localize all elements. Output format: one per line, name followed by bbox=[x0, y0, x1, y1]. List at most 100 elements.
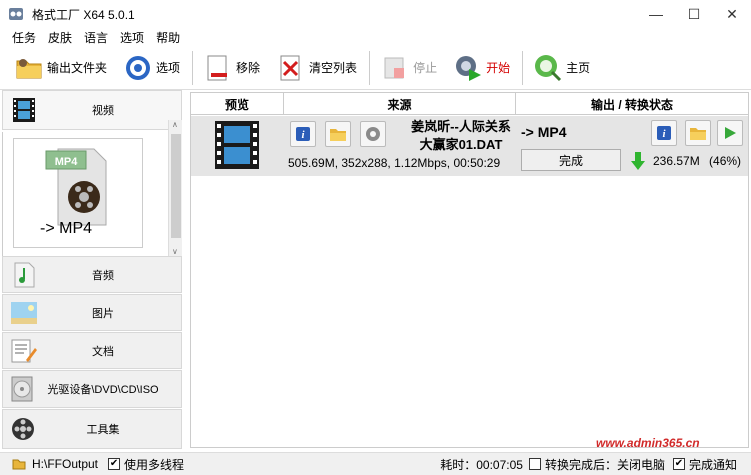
source-file-meta: 505.69M, 352x288, 1.12Mbps, 00:50:29 bbox=[288, 156, 501, 170]
source-settings-button[interactable] bbox=[360, 121, 386, 147]
watermark-text: www.admin365.cn bbox=[596, 436, 700, 450]
start-icon bbox=[456, 55, 482, 81]
output-folder-button[interactable] bbox=[685, 120, 711, 146]
picture-icon bbox=[11, 301, 37, 324]
category-audio-label: 音频 bbox=[92, 269, 114, 282]
document-edit-icon bbox=[11, 339, 37, 362]
output-folder-label: 输出文件夹 bbox=[47, 61, 108, 75]
title-bar: 格式工厂 X64 5.0.1 — ☐ ✕ bbox=[0, 0, 751, 28]
gear-icon bbox=[366, 127, 380, 141]
source-folder-button[interactable] bbox=[325, 121, 351, 147]
menu-skin[interactable]: 皮肤 bbox=[48, 29, 72, 46]
minimize-button[interactable]: — bbox=[637, 0, 675, 28]
format-list-scrollbar[interactable]: ∧ ∨ bbox=[168, 120, 182, 256]
menu-bar: 任务 皮肤 语言 选项 帮助 bbox=[0, 28, 751, 46]
info-icon: i bbox=[657, 126, 671, 140]
folder-icon bbox=[16, 58, 42, 78]
scroll-up-icon[interactable]: ∧ bbox=[172, 120, 178, 129]
home-label: 主页 bbox=[566, 61, 591, 75]
start-label: 开始 bbox=[486, 61, 511, 75]
category-video[interactable]: 视频 bbox=[2, 90, 182, 130]
notify-checkbox[interactable]: ✔ bbox=[672, 458, 685, 470]
multithread-checkbox[interactable]: ✔ bbox=[108, 458, 121, 470]
output-folder-icon[interactable] bbox=[12, 458, 26, 470]
category-image[interactable]: 图片 bbox=[2, 294, 182, 331]
category-disc-label: 光驱设备\DVD\CD\ISO bbox=[47, 384, 159, 396]
music-note-icon bbox=[14, 262, 35, 287]
progress-percent: (46%) bbox=[709, 154, 742, 168]
output-size-status: 236.57M (46%) bbox=[653, 154, 741, 168]
toolbar-divider bbox=[522, 50, 524, 85]
notify-label: 完成通知 bbox=[688, 457, 737, 472]
home-button[interactable]: 主页 bbox=[529, 50, 594, 86]
column-output-status[interactable]: 输出 / 转换状态 bbox=[516, 93, 748, 115]
play-icon bbox=[725, 127, 736, 139]
toolbar-divider bbox=[192, 50, 194, 85]
scrollbar-thumb[interactable] bbox=[171, 134, 181, 238]
column-source[interactable]: 来源 bbox=[284, 93, 516, 115]
mp4-badge-text: MP4 bbox=[55, 156, 79, 168]
remove-button[interactable]: 移除 bbox=[199, 50, 264, 86]
film-icon bbox=[13, 98, 35, 122]
remove-icon bbox=[207, 55, 228, 80]
options-gear-icon bbox=[126, 55, 151, 80]
folder-icon bbox=[330, 129, 346, 141]
disc-drive-icon bbox=[11, 376, 33, 402]
category-video-label: 视频 bbox=[92, 105, 114, 117]
close-button[interactable]: ✕ bbox=[713, 0, 751, 28]
menu-task[interactable]: 任务 bbox=[12, 29, 36, 46]
play-output-button[interactable] bbox=[717, 120, 743, 146]
toolbar: 输出文件夹 选项 移除 清空列表 停止 开始 主页 bbox=[0, 46, 751, 90]
category-audio[interactable]: 音频 bbox=[2, 256, 182, 293]
output-info-button[interactable]: i bbox=[651, 120, 677, 146]
scroll-down-icon[interactable]: ∨ bbox=[172, 247, 178, 256]
options-label: 选项 bbox=[156, 61, 181, 75]
menu-language[interactable]: 语言 bbox=[84, 29, 108, 46]
menu-options[interactable]: 选项 bbox=[120, 29, 144, 46]
column-preview[interactable]: 预览 bbox=[191, 93, 284, 115]
output-size: 236.57M bbox=[653, 154, 700, 168]
tools-reel-icon bbox=[12, 418, 34, 440]
clear-list-icon bbox=[280, 55, 300, 80]
toolbar-divider bbox=[369, 50, 371, 85]
info-icon: i bbox=[296, 127, 310, 141]
menu-help[interactable]: 帮助 bbox=[156, 29, 180, 46]
output-folder-button[interactable]: 输出文件夹 bbox=[10, 50, 111, 86]
elapsed-time: 耗时：00:07:05 bbox=[440, 457, 523, 472]
category-document[interactable]: 文档 bbox=[2, 332, 182, 369]
after-convert-checkbox[interactable] bbox=[528, 458, 541, 470]
source-name-line2: 大赢家01.DAT bbox=[419, 137, 503, 152]
stop-button[interactable]: 停止 bbox=[376, 50, 441, 86]
task-list-header: 预览 来源 输出 / 转换状态 bbox=[191, 93, 748, 115]
source-name-line1: 姜岚昕--人际关系 bbox=[411, 119, 511, 134]
status-button[interactable]: 完成 bbox=[521, 149, 621, 171]
category-tools-label: 工具集 bbox=[86, 424, 120, 436]
output-format: -> MP4 bbox=[521, 124, 567, 140]
window-title: 格式工厂 X64 5.0.1 bbox=[32, 7, 135, 22]
stop-label: 停止 bbox=[413, 61, 438, 75]
category-document-label: 文档 bbox=[92, 345, 114, 358]
home-globe-icon bbox=[535, 54, 562, 81]
category-image-label: 图片 bbox=[92, 307, 114, 320]
start-button[interactable]: 开始 bbox=[449, 50, 514, 86]
task-row[interactable]: i 姜岚昕--人际关系 大赢家01.DAT 505.69M, 352x288, … bbox=[191, 116, 748, 176]
remove-label: 移除 bbox=[236, 61, 261, 75]
folder-icon bbox=[690, 128, 706, 140]
app-logo-icon bbox=[9, 8, 23, 20]
task-list: 预览 来源 输出 / 转换状态 i 姜岚昕--人际关系 大赢家01.DAT 50… bbox=[190, 92, 749, 448]
output-path: H:\FFOutput bbox=[32, 457, 99, 471]
source-info-button[interactable]: i bbox=[290, 121, 316, 147]
source-file-name: 姜岚昕--人际关系 大赢家01.DAT bbox=[399, 118, 523, 154]
maximize-button[interactable]: ☐ bbox=[675, 0, 713, 28]
clear-list-label: 清空列表 bbox=[309, 61, 358, 75]
target-format-label: -> MP4 bbox=[40, 220, 93, 237]
category-tools[interactable]: 工具集 bbox=[2, 409, 182, 449]
multithread-label: 使用多线程 bbox=[124, 457, 185, 472]
options-button[interactable]: 选项 bbox=[119, 50, 184, 86]
after-convert-label: 转换完成后：关闭电脑 bbox=[544, 457, 665, 472]
category-disc[interactable]: 光驱设备\DVD\CD\ISO bbox=[2, 370, 182, 408]
status-bar: H:\FFOutput ✔ 使用多线程 耗时：00:07:05 转换完成后：关闭… bbox=[0, 452, 751, 475]
clear-list-button[interactable]: 清空列表 bbox=[272, 50, 361, 86]
video-preview-icon bbox=[215, 121, 259, 169]
download-arrow-icon bbox=[631, 152, 645, 170]
